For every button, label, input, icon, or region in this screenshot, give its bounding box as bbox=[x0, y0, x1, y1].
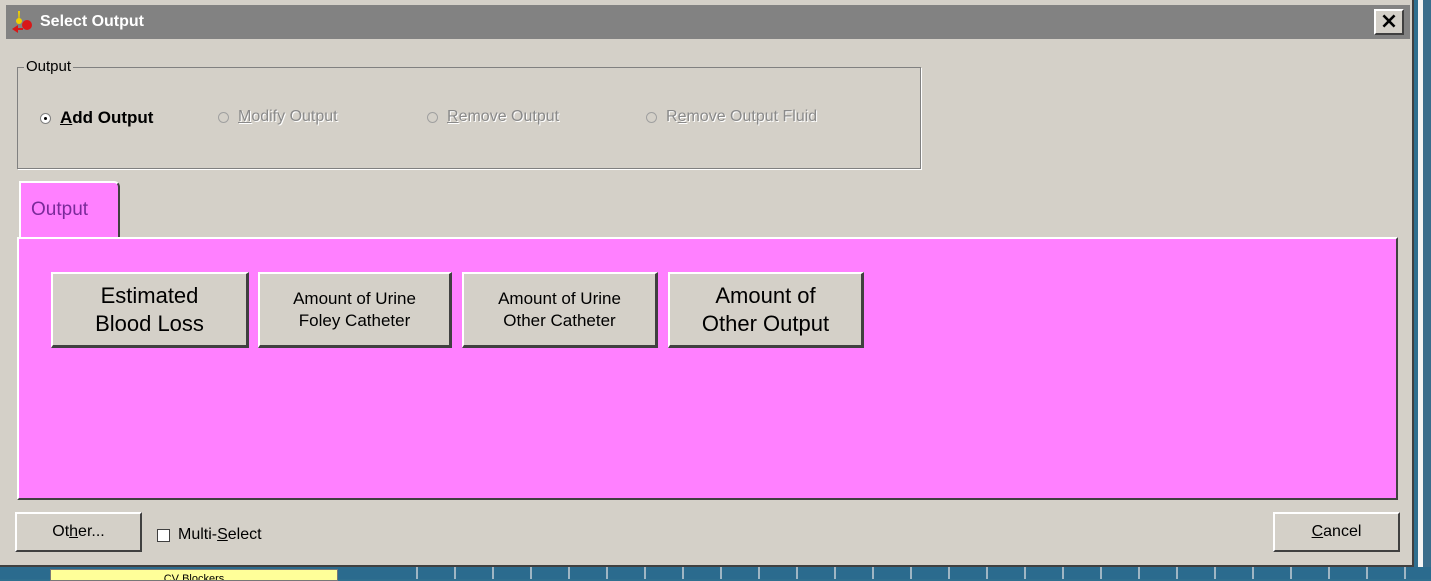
close-button[interactable]: × bbox=[1374, 9, 1404, 35]
other-output-button[interactable]: Amount of Other Output bbox=[668, 272, 864, 348]
radio-label: Add Output bbox=[60, 108, 154, 127]
output-action-group: Output Add Output Modify Output Remove O… bbox=[17, 58, 921, 169]
group-legend: Output bbox=[24, 58, 74, 75]
tab-output[interactable]: Output bbox=[19, 181, 120, 239]
radio-selected-icon bbox=[40, 112, 51, 124]
select-output-dialog: Select Output × Output Add Output Modify… bbox=[0, 0, 1414, 567]
urine-other-catheter-button[interactable]: Amount of Urine Other Catheter bbox=[462, 272, 658, 348]
background-timeline bbox=[380, 567, 1420, 579]
radio-add-output[interactable]: Add Output bbox=[40, 108, 153, 128]
urine-foley-catheter-button[interactable]: Amount of Urine Foley Catheter bbox=[258, 272, 452, 348]
radio-label: Remove Output Fluid bbox=[666, 108, 818, 125]
radio-icon bbox=[427, 111, 438, 123]
checkbox-icon[interactable] bbox=[157, 528, 170, 542]
radio-modify-output[interactable]: Modify Output bbox=[218, 108, 338, 126]
background-app-strip: CV Blockers bbox=[0, 567, 1431, 581]
window-title: Select Output bbox=[40, 13, 145, 30]
background-list-item: CV Blockers bbox=[50, 569, 338, 581]
multi-select-label: Multi-Select bbox=[178, 526, 262, 543]
cancel-button[interactable]: Cancel bbox=[1273, 512, 1400, 552]
radio-icon bbox=[218, 111, 229, 123]
radio-remove-output-fluid[interactable]: Remove Output Fluid bbox=[646, 108, 817, 126]
radio-remove-output[interactable]: Remove Output bbox=[427, 108, 559, 126]
title-bar[interactable]: Select Output × bbox=[6, 5, 1410, 39]
close-icon: × bbox=[1379, 9, 1399, 34]
background-app-edge bbox=[1418, 0, 1431, 579]
radio-label: Modify Output bbox=[238, 108, 338, 125]
estimated-blood-loss-button[interactable]: Estimated Blood Loss bbox=[51, 272, 249, 348]
radio-label: Remove Output bbox=[447, 108, 560, 125]
other-button[interactable]: Ot h er... bbox=[15, 512, 142, 552]
output-tab-panel: Estimated Blood Loss Amount of Urine Fol… bbox=[17, 237, 1398, 500]
multi-select-checkbox[interactable]: Multi-Select bbox=[157, 526, 262, 544]
app-icon bbox=[12, 11, 32, 33]
radio-icon bbox=[646, 111, 657, 123]
